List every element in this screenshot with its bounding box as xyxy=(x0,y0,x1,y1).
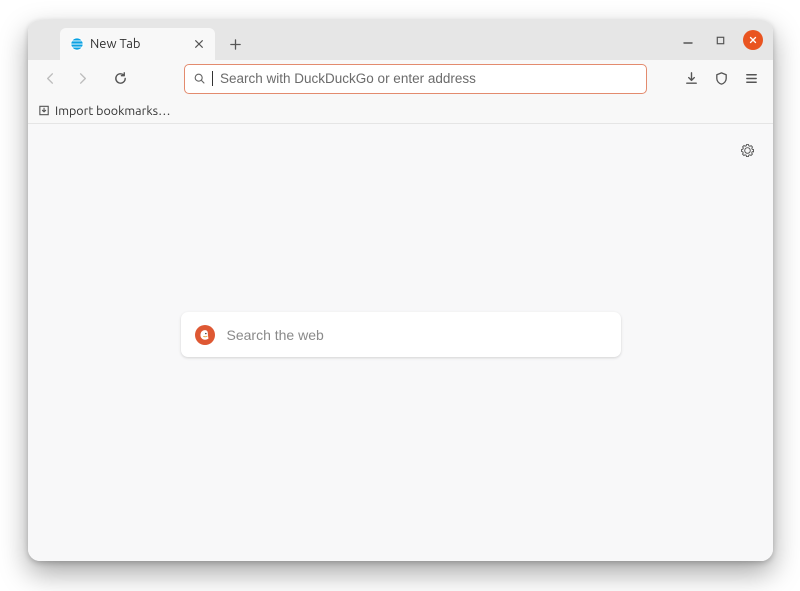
back-button[interactable] xyxy=(36,65,64,93)
maximize-icon xyxy=(715,35,726,46)
browser-window: New Tab xyxy=(28,20,773,561)
firefox-globe-icon xyxy=(70,37,84,51)
plus-icon xyxy=(229,38,242,51)
new-tab-button[interactable] xyxy=(221,30,249,58)
toolbar-right xyxy=(677,65,765,93)
app-menu-button[interactable] xyxy=(737,65,765,93)
maximize-button[interactable] xyxy=(711,31,729,49)
tab-strip: New Tab xyxy=(28,20,773,60)
window-close-button[interactable] xyxy=(743,30,763,50)
bookmarks-toolbar: Import bookmarks… xyxy=(28,98,773,124)
downloads-icon xyxy=(684,71,699,86)
window-controls xyxy=(679,20,763,60)
text-caret xyxy=(212,71,213,86)
downloads-button[interactable] xyxy=(677,65,705,93)
new-tab-page xyxy=(28,124,773,561)
window-close-icon xyxy=(748,35,758,45)
reload-icon xyxy=(113,71,128,86)
forward-icon xyxy=(75,71,90,86)
address-bar[interactable] xyxy=(184,64,647,94)
shield-button[interactable] xyxy=(707,65,735,93)
shield-icon xyxy=(714,71,729,86)
import-bookmarks-button[interactable]: Import bookmarks… xyxy=(34,102,175,120)
duckduckgo-logo xyxy=(195,325,215,345)
back-icon xyxy=(43,71,58,86)
newtab-search-box[interactable] xyxy=(181,312,621,357)
tab-new-tab[interactable]: New Tab xyxy=(60,28,215,60)
minimize-icon xyxy=(682,34,694,46)
tab-title: New Tab xyxy=(90,37,141,51)
close-icon xyxy=(194,39,204,49)
minimize-button[interactable] xyxy=(679,31,697,49)
address-input[interactable] xyxy=(220,71,638,86)
hamburger-icon xyxy=(744,71,759,86)
close-tab-button[interactable] xyxy=(191,36,207,52)
customize-newtab-button[interactable] xyxy=(735,138,759,162)
import-icon xyxy=(38,104,51,117)
gear-icon xyxy=(739,142,756,159)
navigation-toolbar xyxy=(28,60,773,98)
search-icon xyxy=(193,72,206,85)
newtab-search-input[interactable] xyxy=(227,327,607,343)
reload-button[interactable] xyxy=(106,65,134,93)
forward-button[interactable] xyxy=(68,65,96,93)
import-bookmarks-label: Import bookmarks… xyxy=(55,104,171,118)
